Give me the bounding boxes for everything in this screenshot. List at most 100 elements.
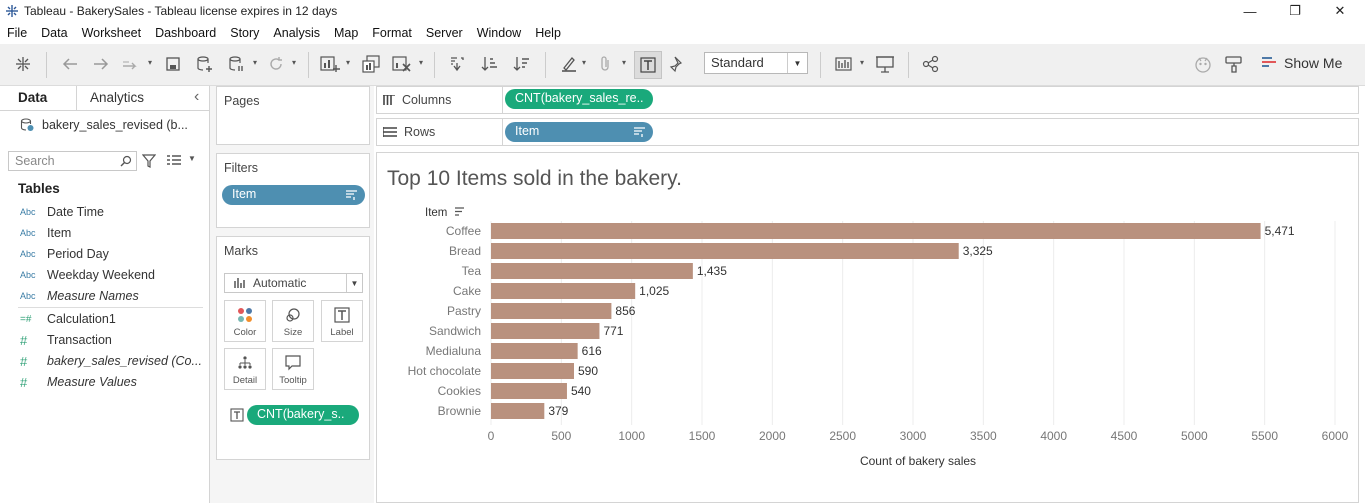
- search-input[interactable]: Search: [8, 151, 137, 171]
- field-transaction[interactable]: # Transaction: [20, 331, 112, 349]
- show-me-button[interactable]: Show Me: [1262, 55, 1342, 71]
- field-count[interactable]: # bakery_sales_revised (Co...: [20, 352, 202, 370]
- menu-data[interactable]: Data: [34, 26, 74, 40]
- bar[interactable]: [491, 303, 612, 319]
- field-period-day[interactable]: Abc Period Day: [20, 245, 109, 263]
- field-measure-values[interactable]: # Measure Values: [20, 373, 137, 391]
- tableau-home-icon[interactable]: [12, 53, 34, 75]
- bar[interactable]: [491, 223, 1261, 239]
- refresh-caret-icon[interactable]: ▾: [292, 58, 296, 67]
- restore-button[interactable]: ❐: [1272, 1, 1318, 21]
- filter-item-pill[interactable]: Item: [222, 185, 365, 205]
- label-button[interactable]: Label: [321, 300, 363, 342]
- menu-file[interactable]: File: [0, 26, 34, 40]
- bar[interactable]: [491, 383, 567, 399]
- presentation-mode-icon[interactable]: [874, 53, 896, 75]
- mark-type-select[interactable]: Automatic ▼: [224, 273, 363, 293]
- sort-ascending-icon[interactable]: [478, 53, 500, 75]
- view-options-icon[interactable]: [166, 155, 182, 167]
- replay-caret-icon[interactable]: ▾: [148, 58, 152, 67]
- rows-pill[interactable]: Item: [505, 122, 653, 142]
- collapse-pane-icon[interactable]: ‹: [194, 88, 199, 106]
- fit-select[interactable]: Standard ▼: [704, 52, 808, 74]
- close-button[interactable]: ✕: [1317, 1, 1363, 21]
- size-button[interactable]: Size: [272, 300, 314, 342]
- columns-shelf[interactable]: Columns CNT(bakery_sales_re..: [376, 86, 1359, 114]
- highlight-caret-icon[interactable]: ▾: [582, 58, 586, 67]
- bar[interactable]: [491, 283, 636, 299]
- sort-descending-icon[interactable]: [510, 53, 532, 75]
- menu-worksheet[interactable]: Worksheet: [75, 26, 149, 40]
- menu-help[interactable]: Help: [528, 26, 568, 40]
- menu-server[interactable]: Server: [419, 26, 470, 40]
- show-cards-caret-icon[interactable]: ▾: [860, 58, 864, 67]
- menu-window[interactable]: Window: [470, 26, 528, 40]
- rows-shelf[interactable]: Rows Item: [376, 118, 1359, 146]
- show-mark-labels-icon[interactable]: [634, 51, 662, 79]
- fit-select-value: Standard: [711, 55, 764, 70]
- refresh-icon[interactable]: [265, 53, 287, 75]
- detail-button[interactable]: Detail: [224, 348, 266, 390]
- tab-data[interactable]: Data: [18, 90, 47, 105]
- show-cards-icon[interactable]: [834, 53, 856, 75]
- datasource-caret-icon[interactable]: ▾: [253, 58, 257, 67]
- swap-rows-columns-icon[interactable]: [446, 53, 468, 75]
- bar[interactable]: [491, 263, 693, 279]
- save-icon[interactable]: [162, 53, 184, 75]
- field-label: Transaction: [47, 333, 112, 347]
- field-measure-names[interactable]: Abc Measure Names: [20, 287, 139, 305]
- bar[interactable]: [491, 343, 578, 359]
- viz-area[interactable]: Top 10 Items sold in the bakery. Item Cof…: [376, 152, 1359, 503]
- undo-icon[interactable]: [59, 53, 81, 75]
- datasource-item[interactable]: bakery_sales_revised (b...: [20, 118, 188, 132]
- bar[interactable]: [491, 323, 600, 339]
- duplicate-sheet-icon[interactable]: [360, 53, 382, 75]
- bar-chart[interactable]: Item Coffee 5,471 Bread 3,325 Tea 1,435 Cake 1,0…: [377, 153, 1358, 502]
- color-label: Color: [233, 327, 257, 338]
- view-options-caret-icon[interactable]: ▼: [188, 154, 196, 163]
- tables-heading: Tables: [18, 181, 60, 196]
- color-button[interactable]: Color: [224, 300, 266, 342]
- columns-pill[interactable]: CNT(bakery_sales_re..: [505, 89, 653, 109]
- x-axis-label: Count of bakery sales: [860, 454, 976, 468]
- menu-map[interactable]: Map: [327, 26, 365, 40]
- tooltip-button[interactable]: Tooltip: [272, 348, 314, 390]
- menu-format[interactable]: Format: [365, 26, 419, 40]
- pages-card[interactable]: Pages: [216, 86, 370, 145]
- group-caret-icon[interactable]: ▾: [622, 58, 626, 67]
- label-label: Label: [330, 327, 354, 338]
- data-label: 5,471: [1265, 224, 1295, 238]
- new-worksheet-icon[interactable]: [319, 53, 341, 75]
- clear-sheet-icon[interactable]: [391, 53, 413, 75]
- field-calculation1[interactable]: =# Calculation1: [20, 310, 116, 328]
- marks-label-pill[interactable]: CNT(bakery_s..: [247, 405, 359, 425]
- field-item[interactable]: Abc Item: [20, 224, 71, 242]
- redo-icon[interactable]: [90, 53, 112, 75]
- bar[interactable]: [491, 403, 545, 419]
- share-icon[interactable]: [920, 53, 942, 75]
- clear-sheet-caret-icon[interactable]: ▾: [419, 58, 423, 67]
- menu-analysis[interactable]: Analysis: [266, 26, 327, 40]
- filter-fields-icon[interactable]: [142, 154, 156, 168]
- fix-axes-icon[interactable]: [666, 53, 688, 75]
- minimize-button[interactable]: —: [1227, 1, 1273, 21]
- bar[interactable]: [491, 243, 959, 259]
- x-tick-label: 4500: [1111, 429, 1138, 443]
- field-weekday-weekend[interactable]: Abc Weekday Weekend: [20, 266, 155, 284]
- highlight-icon[interactable]: [558, 53, 580, 75]
- menu-dashboard[interactable]: Dashboard: [148, 26, 223, 40]
- replay-icon[interactable]: [120, 53, 142, 75]
- bar[interactable]: [491, 363, 574, 379]
- filters-card[interactable]: Filters Item: [216, 153, 370, 228]
- menu-story[interactable]: Story: [223, 26, 266, 40]
- columns-icon: [383, 95, 395, 105]
- string-type-icon: Abc: [20, 207, 36, 217]
- field-date-time[interactable]: Abc Date Time: [20, 203, 104, 221]
- tab-analytics[interactable]: Analytics: [90, 90, 144, 105]
- new-datasource-icon[interactable]: [194, 53, 216, 75]
- new-worksheet-caret-icon[interactable]: ▾: [346, 58, 350, 67]
- format-painter-icon[interactable]: [1223, 53, 1245, 75]
- pause-datasource-icon[interactable]: [226, 53, 248, 75]
- ask-data-icon[interactable]: [1192, 53, 1214, 75]
- group-members-icon[interactable]: [594, 53, 616, 75]
